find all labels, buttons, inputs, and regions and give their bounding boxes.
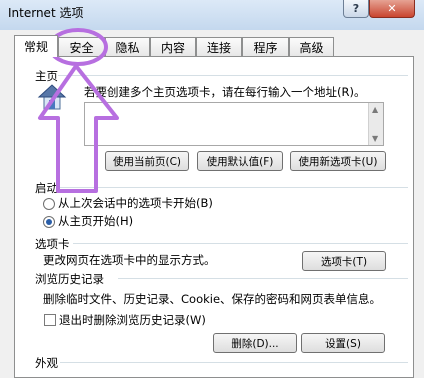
title-bar: Internet 选项 ? ✕ (0, 0, 424, 30)
startup-last-session-label: 从上次会话中的选项卡开始(B) (58, 196, 213, 210)
delete-history-button[interactable]: 删除(D)... (213, 333, 297, 353)
startup-divider (60, 187, 408, 188)
help-button[interactable]: ? (343, 0, 369, 18)
delete-history-on-exit-label: 退出时删除浏览历史记录(W) (59, 313, 206, 327)
home-page-icon (37, 84, 67, 110)
use-default-button[interactable]: 使用默认值(F) (197, 151, 283, 171)
window-title: Internet 选项 (8, 6, 84, 20)
tabs-description: 更改网页在选项卡中的显示方式。 (43, 253, 216, 267)
history-description: 删除临时文件、历史记录、Cookie、保存的密码和网页表单信息。 (43, 292, 382, 306)
use-current-button[interactable]: 使用当前页(C) (105, 151, 189, 171)
tabs-settings-button[interactable]: 选项卡(T) (302, 251, 386, 271)
home-divider (58, 75, 408, 76)
appearance-heading: 外观 (35, 356, 58, 370)
scroll-down-icon[interactable]: ▼ (372, 134, 378, 143)
scroll-up-icon[interactable]: ▲ (372, 105, 378, 114)
startup-home-page-radio[interactable] (43, 216, 55, 228)
close-button[interactable]: ✕ (369, 0, 415, 18)
appearance-divider (60, 362, 408, 363)
tab-privacy[interactable]: 隐私 (105, 37, 150, 56)
tab-connections[interactable]: 连接 (196, 37, 242, 56)
tab-general[interactable]: 常规 (14, 35, 58, 57)
home-page-addresses-field[interactable]: ▲ ▼ (84, 102, 384, 146)
tab-advanced[interactable]: 高级 (289, 37, 334, 56)
history-settings-button[interactable]: 设置(S) (301, 333, 385, 353)
use-new-tab-button[interactable]: 使用新选项卡(U) (290, 151, 386, 171)
tab-programs[interactable]: 程序 (242, 37, 289, 56)
delete-history-on-exit-checkbox[interactable] (44, 314, 56, 326)
history-heading: 浏览历史记录 (35, 272, 104, 286)
tab-content[interactable]: 内容 (150, 37, 196, 56)
tabs-divider (73, 243, 408, 244)
home-address-scrollbar[interactable]: ▲ ▼ (368, 103, 383, 145)
home-description: 若要创建多个主页选项卡，请在每行输入一个地址(R)。 (84, 85, 366, 99)
startup-last-session-radio[interactable] (43, 198, 55, 210)
tabs-heading: 选项卡 (35, 237, 70, 251)
tab-security[interactable]: 安全 (58, 37, 105, 56)
history-divider (118, 278, 408, 279)
startup-heading: 启动 (35, 181, 58, 195)
startup-home-page-label: 从主页开始(H) (58, 214, 134, 228)
